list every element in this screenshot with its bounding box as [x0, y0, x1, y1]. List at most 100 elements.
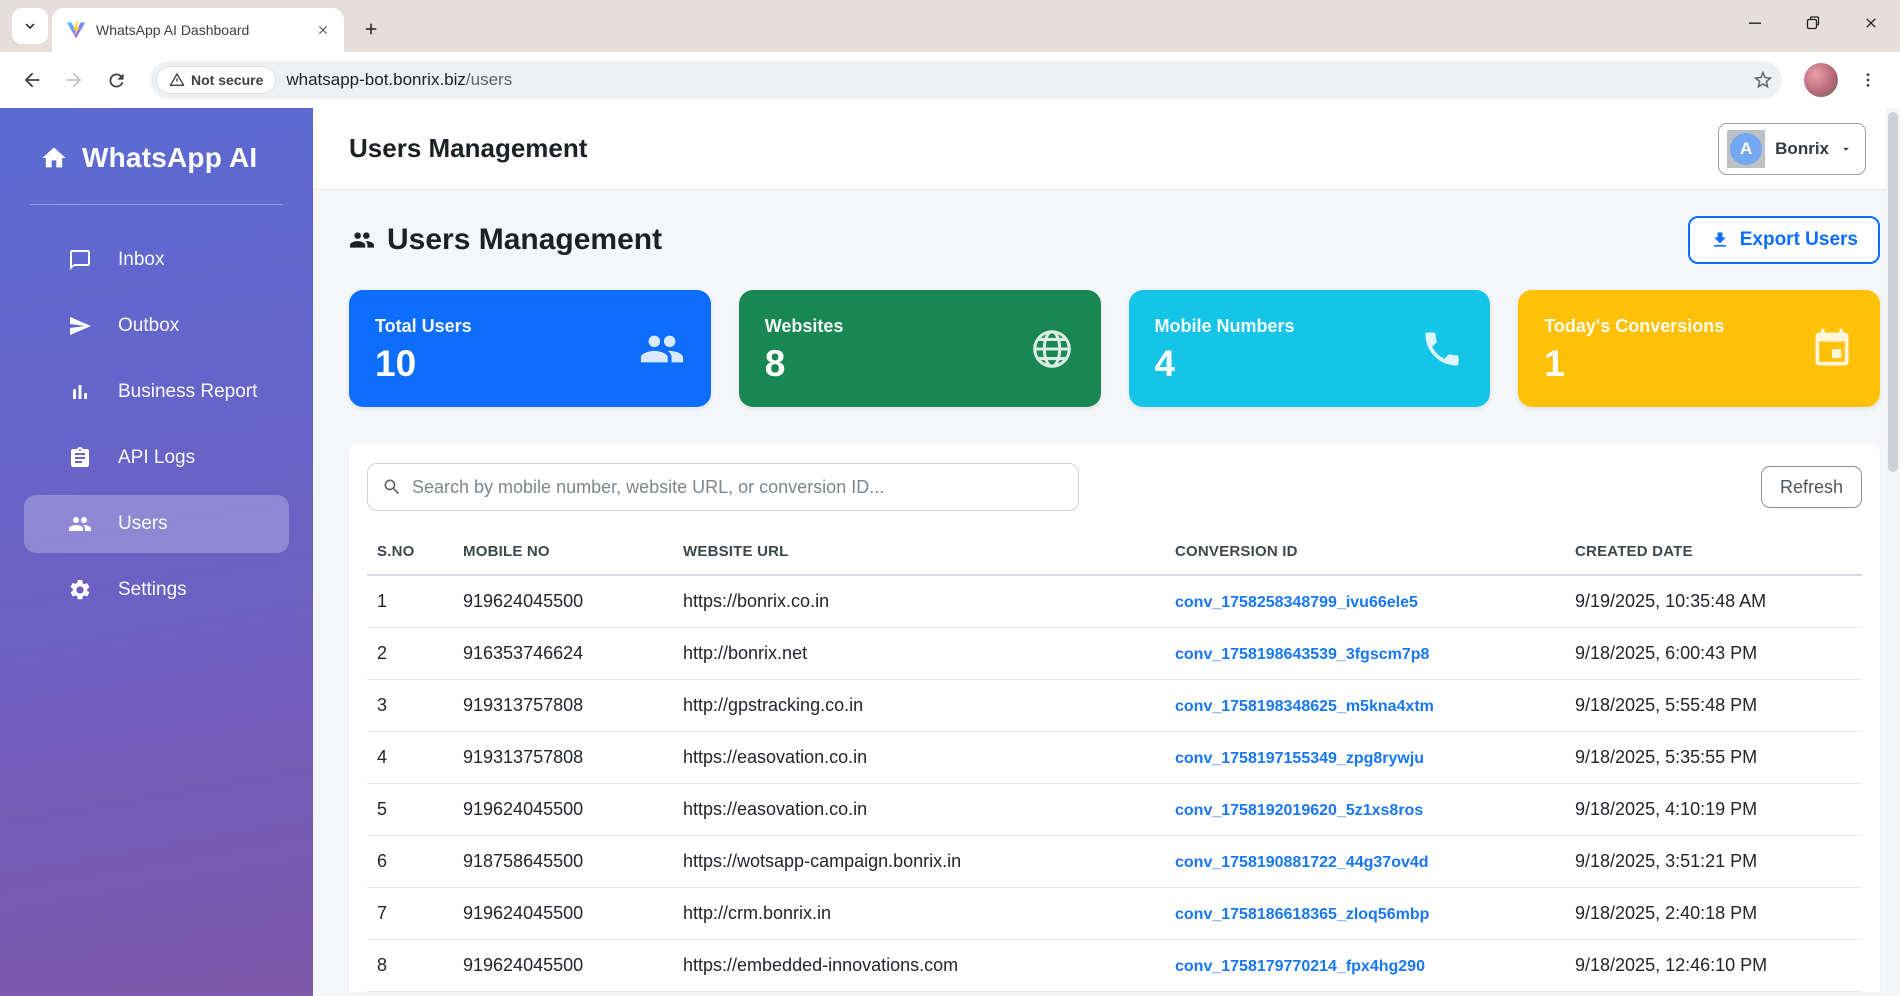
cell-mobile: 919624045500 — [453, 939, 673, 991]
site-favicon — [66, 20, 86, 40]
cell-created: 9/18/2025, 4:10:19 PM — [1565, 783, 1862, 835]
table-header-row: S.NO MOBILE NO WEBSITE URL CONVERSION ID… — [367, 533, 1862, 575]
sidebar-item-business-report[interactable]: Business Report — [24, 363, 289, 421]
table-row: 4 919313757808 https://easovation.co.in … — [367, 731, 1862, 783]
tab-title: WhatsApp AI Dashboard — [96, 22, 302, 38]
sidebar: WhatsApp AI Inbox Outbox Business Report… — [0, 108, 313, 996]
content-area: Users Management Export Users Total User… — [313, 190, 1900, 996]
section-header: Users Management Export Users — [349, 216, 1880, 264]
cell-website: https://wotsapp-campaign.bonrix.in — [673, 835, 1165, 887]
sidebar-item-label: API Logs — [118, 447, 195, 469]
avatar: A — [1730, 133, 1762, 165]
bookmark-star-icon[interactable] — [1752, 69, 1774, 91]
table-row: 3 919313757808 http://gpstracking.co.in … — [367, 679, 1862, 731]
send-icon — [68, 314, 92, 338]
conversion-link[interactable]: conv_1758198643539_3fgscm7p8 — [1175, 646, 1429, 663]
conversion-link[interactable]: conv_1758186618365_zloq56mbp — [1175, 906, 1429, 923]
cell-mobile: 918758645500 — [453, 835, 673, 887]
tab-close-icon[interactable] — [312, 19, 334, 41]
globe-icon — [1029, 326, 1075, 372]
table-row: 8 919624045500 https://embedded-innovati… — [367, 939, 1862, 991]
cell-website: https://easovation.co.in — [673, 731, 1165, 783]
url-path: /users — [466, 70, 512, 89]
search-input[interactable] — [412, 477, 1064, 498]
restore-button[interactable] — [1784, 0, 1842, 46]
cell-conversion: conv_1758186618365_zloq56mbp — [1165, 887, 1565, 939]
phone-icon — [1420, 327, 1464, 371]
clipboard-icon — [68, 446, 92, 470]
sidebar-item-outbox[interactable]: Outbox — [24, 297, 289, 355]
search-box — [367, 463, 1079, 511]
calendar-icon — [1810, 327, 1854, 371]
stat-label: Today's Conversions — [1544, 316, 1724, 337]
reload-button[interactable] — [98, 62, 134, 98]
stat-value: 1 — [1544, 345, 1724, 382]
col-header-website: WEBSITE URL — [673, 533, 1165, 575]
cell-sno: 1 — [367, 575, 453, 627]
cell-website: http://crm.bonrix.in — [673, 887, 1165, 939]
search-row: Refresh — [367, 463, 1862, 511]
cell-sno: 7 — [367, 887, 453, 939]
cell-website: https://easovation.co.in — [673, 783, 1165, 835]
cell-created: 9/18/2025, 5:35:55 PM — [1565, 731, 1862, 783]
sidebar-item-users[interactable]: Users — [24, 495, 289, 553]
cell-mobile: 919624045500 — [453, 783, 673, 835]
cell-mobile: 919313757808 — [453, 731, 673, 783]
conversion-link[interactable]: conv_1758197155349_zpg8rywju — [1175, 750, 1424, 767]
cell-conversion: conv_1758190881722_44g37ov4d — [1165, 835, 1565, 887]
scrollbar[interactable] — [1886, 108, 1900, 996]
search-icon — [382, 477, 402, 497]
new-tab-button[interactable] — [354, 12, 388, 46]
refresh-button[interactable]: Refresh — [1761, 466, 1862, 508]
col-header-conversion: CONVERSION ID — [1165, 533, 1565, 575]
sidebar-item-label: Outbox — [118, 315, 179, 337]
browser-titlebar: WhatsApp AI Dashboard — [0, 0, 1900, 52]
home-icon — [40, 144, 68, 172]
menu-dots-icon[interactable] — [1850, 62, 1886, 98]
cell-conversion: conv_1758192019620_5z1xs8ros — [1165, 783, 1565, 835]
section-title-text: Users Management — [387, 223, 662, 257]
cell-website: https://embedded-innovations.com — [673, 939, 1165, 991]
sidebar-item-settings[interactable]: Settings — [24, 561, 289, 619]
tab-search-button[interactable] — [12, 8, 48, 44]
sidebar-item-label: Inbox — [118, 249, 164, 271]
cell-website: http://bonrix.net — [673, 627, 1165, 679]
brand-title: WhatsApp AI — [82, 142, 257, 174]
conversion-link[interactable]: conv_1758179770214_fpx4hg290 — [1175, 958, 1425, 975]
user-menu-button[interactable]: A Bonrix — [1718, 123, 1866, 175]
cell-mobile: 919313757808 — [453, 679, 673, 731]
table-row: 1 919624045500 https://bonrix.co.in conv… — [367, 575, 1862, 627]
stat-card-websites: Websites 8 — [739, 290, 1101, 407]
export-users-button[interactable]: Export Users — [1688, 216, 1880, 264]
col-header-sno: S.NO — [367, 533, 453, 575]
section-title: Users Management — [349, 223, 662, 257]
cell-created: 9/18/2025, 3:51:21 PM — [1565, 835, 1862, 887]
browser-tab[interactable]: WhatsApp AI Dashboard — [52, 8, 344, 52]
users-icon — [639, 326, 685, 372]
gear-icon — [68, 578, 92, 602]
sidebar-item-inbox[interactable]: Inbox — [24, 231, 289, 289]
conversion-link[interactable]: conv_1758192019620_5z1xs8ros — [1175, 802, 1423, 819]
cell-conversion: conv_1758198348625_m5kna4xtm — [1165, 679, 1565, 731]
forward-button[interactable] — [56, 62, 92, 98]
browser-profile-avatar[interactable] — [1804, 63, 1838, 97]
close-window-button[interactable] — [1842, 0, 1900, 46]
conversion-link[interactable]: conv_1758198348625_m5kna4xtm — [1175, 698, 1434, 715]
minimize-button[interactable] — [1726, 0, 1784, 46]
sidebar-item-api-logs[interactable]: API Logs — [24, 429, 289, 487]
not-secure-badge[interactable]: Not secure — [156, 66, 276, 94]
back-button[interactable] — [14, 62, 50, 98]
cell-created: 9/18/2025, 6:00:43 PM — [1565, 627, 1862, 679]
cell-conversion: conv_1758258348799_ivu66ele5 — [1165, 575, 1565, 627]
cell-mobile: 916353746624 — [453, 627, 673, 679]
conversion-link[interactable]: conv_1758258348799_ivu66ele5 — [1175, 594, 1418, 611]
browser-toolbar: Not secure whatsapp-bot.bonrix.biz/users — [0, 52, 1900, 108]
cell-conversion: conv_1758197155349_zpg8rywju — [1165, 731, 1565, 783]
address-bar[interactable]: Not secure whatsapp-bot.bonrix.biz/users — [150, 61, 1782, 99]
users-table: S.NO MOBILE NO WEBSITE URL CONVERSION ID… — [367, 533, 1862, 992]
main-header: Users Management A Bonrix — [313, 108, 1900, 190]
page-title: Users Management — [349, 133, 587, 164]
conversion-link[interactable]: conv_1758190881722_44g37ov4d — [1175, 854, 1429, 871]
scrollbar-thumb[interactable] — [1888, 112, 1898, 472]
table-row: 5 919624045500 https://easovation.co.in … — [367, 783, 1862, 835]
